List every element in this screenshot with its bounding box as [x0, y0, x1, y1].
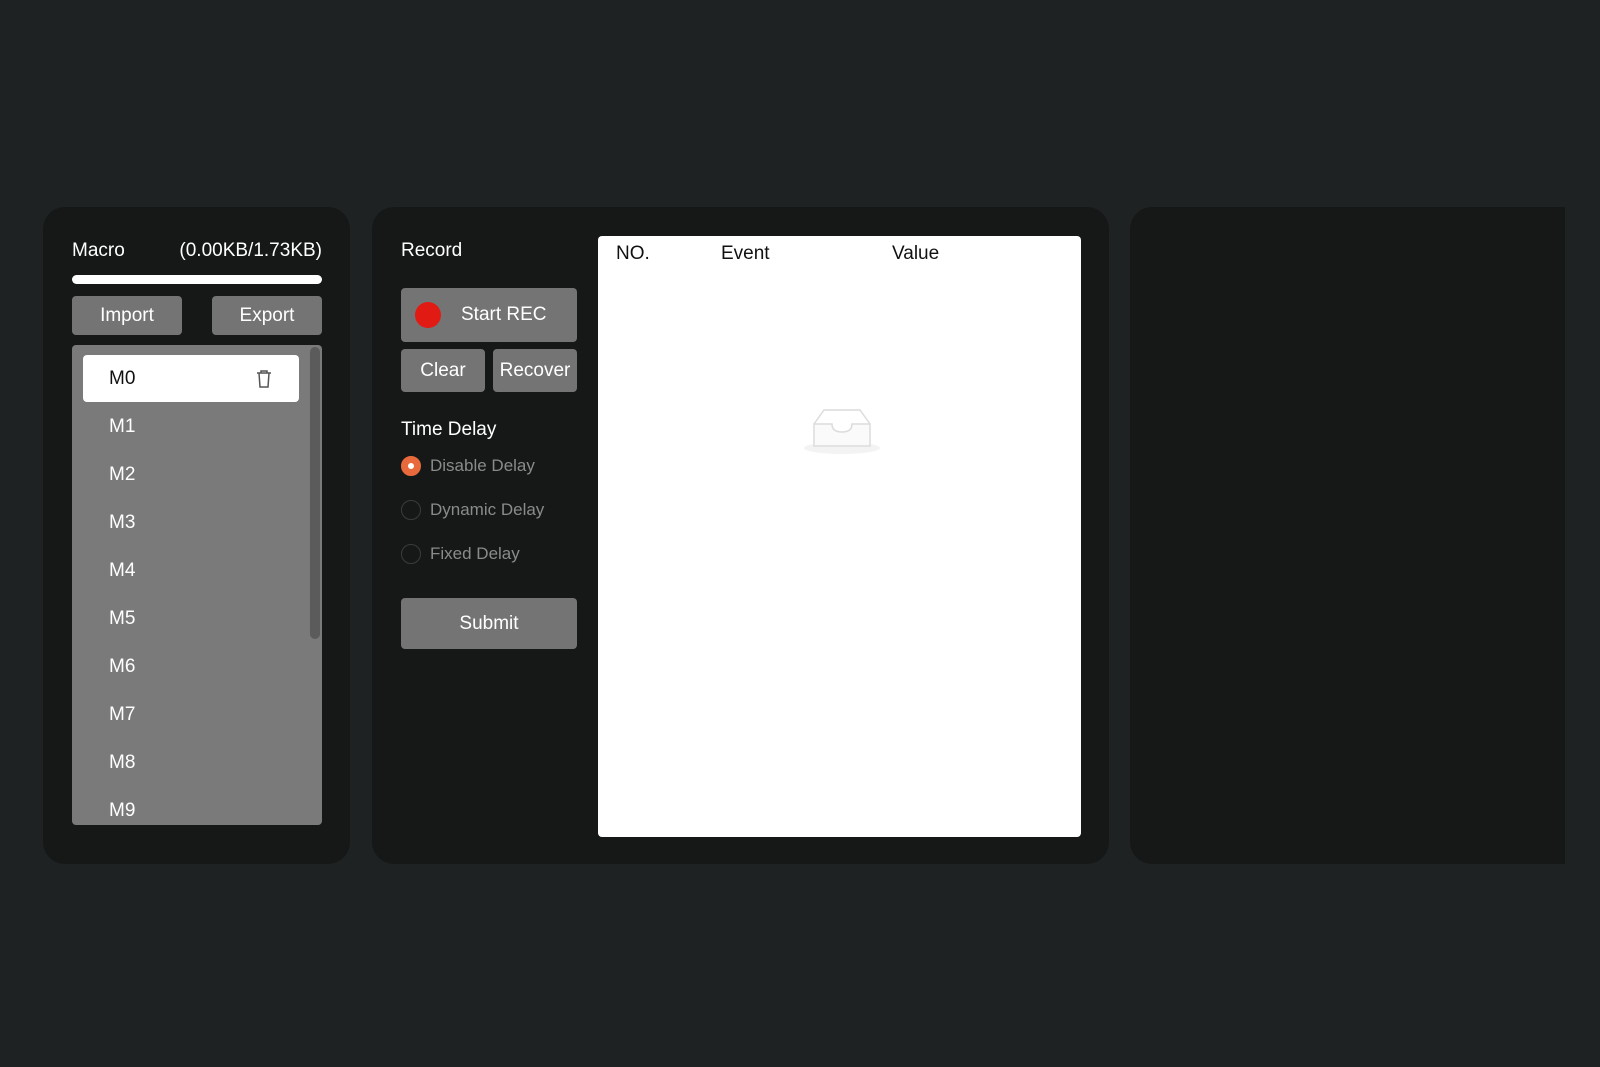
start-rec-button[interactable]: Start REC	[401, 288, 577, 342]
delay-option-label: Disable Delay	[430, 456, 535, 475]
macro-item-label: M5	[109, 607, 136, 629]
macro-header: Macro (0.00KB/1.73KB)	[72, 240, 322, 262]
right-panel	[1130, 207, 1565, 864]
import-button[interactable]: Import	[72, 296, 182, 335]
radio-fixed-delay[interactable]	[401, 544, 421, 564]
macro-item-m7[interactable]: M7	[83, 691, 299, 738]
macro-list[interactable]: M0 M1 M2 M3 M4 M5 M6 M7 M8 M9	[72, 345, 322, 825]
macro-item-label: M2	[109, 463, 136, 485]
macro-item-m9[interactable]: M9	[83, 787, 299, 825]
macro-item-label: M6	[109, 655, 136, 677]
record-title: Record	[401, 240, 463, 261]
macro-panel: Macro (0.00KB/1.73KB) Import Export M0 M1…	[43, 207, 350, 864]
record-panel: Record Start REC Clear Recover Time Dela…	[372, 207, 1109, 864]
radio-disable-delay[interactable]	[401, 456, 421, 476]
macro-item-label: M0	[109, 367, 136, 389]
delay-option-fixed[interactable]: Fixed Delay	[401, 543, 520, 565]
empty-inbox-icon	[804, 409, 880, 454]
macro-list-scrollbar[interactable]	[310, 347, 320, 639]
events-table: NO. Event Value	[598, 236, 1081, 837]
macro-item-m1[interactable]: M1	[83, 403, 299, 450]
macro-item-label: M7	[109, 703, 136, 725]
record-dot-icon	[415, 302, 441, 328]
macro-item-label: M4	[109, 559, 136, 581]
macro-item-m5[interactable]: M5	[83, 595, 299, 642]
delay-option-label: Fixed Delay	[430, 544, 520, 563]
delay-option-dynamic[interactable]: Dynamic Delay	[401, 499, 544, 521]
macro-title: Macro	[72, 240, 125, 261]
export-button[interactable]: Export	[212, 296, 322, 335]
clear-button[interactable]: Clear	[401, 349, 485, 392]
delay-option-disable[interactable]: Disable Delay	[401, 455, 535, 477]
macro-item-m3[interactable]: M3	[83, 499, 299, 546]
usage-bar	[72, 275, 322, 284]
column-header-value: Value	[892, 243, 940, 264]
radio-dynamic-delay[interactable]	[401, 500, 421, 520]
submit-button[interactable]: Submit	[401, 598, 577, 649]
column-header-no: NO.	[616, 243, 650, 264]
macro-item-label: M8	[109, 751, 136, 773]
delay-option-label: Dynamic Delay	[430, 500, 545, 519]
macro-usage: (0.00KB/1.73KB)	[179, 240, 322, 261]
macro-item-m0[interactable]: M0	[83, 355, 299, 402]
trash-icon[interactable]	[255, 369, 273, 389]
macro-item-m4[interactable]: M4	[83, 547, 299, 594]
start-rec-label: Start REC	[461, 304, 547, 325]
column-header-event: Event	[721, 243, 770, 264]
macro-item-label: M1	[109, 415, 136, 437]
macro-item-label: M3	[109, 511, 136, 533]
macro-item-label: M9	[109, 799, 136, 821]
macro-item-m6[interactable]: M6	[83, 643, 299, 690]
time-delay-title: Time Delay	[401, 419, 497, 440]
macro-item-m2[interactable]: M2	[83, 451, 299, 498]
macro-item-m8[interactable]: M8	[83, 739, 299, 786]
recover-button[interactable]: Recover	[493, 349, 577, 392]
